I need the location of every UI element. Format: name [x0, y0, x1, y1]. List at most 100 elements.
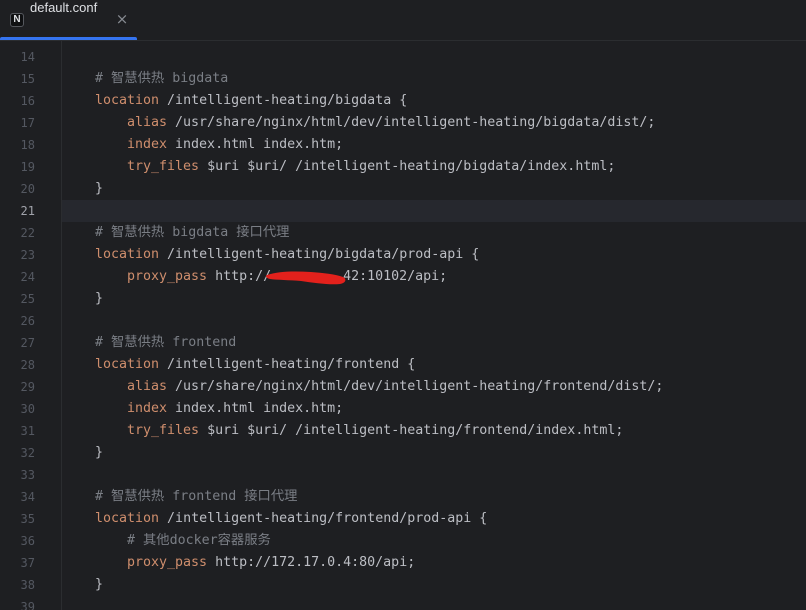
close-icon[interactable]: × [114, 11, 130, 27]
line-number: 20 [20, 182, 35, 196]
code-line[interactable]: 30 index index.html index.htm; [0, 398, 806, 420]
directive-value[interactable]: /intelligent-heating/bigdata/prod-api { [159, 247, 479, 262]
directive-keyword[interactable]: alias [127, 379, 167, 394]
directive-keyword[interactable]: try_files [127, 423, 199, 438]
code-line[interactable]: 17 alias /usr/share/nginx/html/dev/intel… [0, 112, 806, 134]
directive-keyword[interactable]: alias [127, 115, 167, 130]
directive-keyword[interactable]: try_files [127, 159, 199, 174]
code-text[interactable]: # 其他docker容器服务 [127, 530, 271, 552]
line-number: 24 [20, 270, 35, 284]
directive-keyword[interactable]: index [127, 401, 167, 416]
line-number: 38 [20, 578, 35, 592]
directive-keyword[interactable]: location [95, 247, 159, 262]
line-number: 39 [20, 600, 35, 610]
code-line[interactable]: 33 [0, 464, 806, 486]
line-number: 33 [20, 468, 35, 482]
code-line[interactable]: 39 [0, 596, 806, 610]
directive-keyword[interactable]: location [95, 357, 159, 372]
line-number: 22 [20, 226, 35, 240]
closing-brace[interactable]: } [95, 181, 103, 196]
code-text[interactable]: try_files $uri $uri/ /intelligent-heatin… [127, 156, 615, 178]
code-text[interactable]: proxy_pass http://172.17.0.4:80/api; [127, 552, 415, 574]
line-number: 36 [20, 534, 35, 548]
comment[interactable]: # 智慧供热 frontend [95, 335, 236, 350]
code-text[interactable]: # 智慧供热 bigdata 接口代理 [95, 222, 289, 244]
code-line[interactable]: 23 location /intelligent-heating/bigdata… [0, 244, 806, 266]
tab-title[interactable]: default.conf [30, 0, 97, 40]
code-line[interactable]: 28 location /intelligent-heating/fronten… [0, 354, 806, 376]
code-line[interactable]: 34 # 智慧供热 frontend 接口代理 [0, 486, 806, 508]
directive-value[interactable]: /usr/share/nginx/html/dev/intelligent-he… [167, 379, 663, 394]
line-number: 26 [20, 314, 35, 328]
code-text[interactable]: } [95, 442, 103, 464]
comment[interactable]: # 智慧供热 bigdata [95, 71, 228, 86]
code-line[interactable]: 24 proxy_pass http:// 42:10102/api; [0, 266, 806, 288]
code-text[interactable]: location /intelligent-heating/frontend { [95, 354, 415, 376]
code-line[interactable]: 32 } [0, 442, 806, 464]
comment[interactable]: # 智慧供热 bigdata 接口代理 [95, 225, 289, 240]
code-text[interactable]: location /intelligent-heating/bigdata { [95, 90, 407, 112]
comment[interactable]: # 其他docker容器服务 [127, 533, 271, 548]
code-text[interactable]: # 智慧供热 bigdata [95, 68, 228, 90]
closing-brace[interactable]: } [95, 291, 103, 306]
comment[interactable]: # 智慧供热 frontend 接口代理 [95, 489, 297, 504]
directive-value[interactable]: http:// [207, 269, 271, 284]
directive-value[interactable]: $uri $uri/ /intelligent-heating/bigdata/… [199, 159, 615, 174]
directive-value[interactable]: index.html index.htm; [167, 401, 343, 416]
directive-value-suffix[interactable]: 42:10102/api; [343, 269, 447, 284]
tab-default-conf[interactable]: N default.conf × [0, 0, 137, 40]
code-text[interactable]: # 智慧供热 frontend [95, 332, 236, 354]
code-text[interactable]: location /intelligent-heating/bigdata/pr… [95, 244, 479, 266]
code-line[interactable]: 38 } [0, 574, 806, 596]
code-line[interactable]: 35 location /intelligent-heating/fronten… [0, 508, 806, 530]
code-text[interactable]: } [95, 574, 103, 596]
code-text[interactable]: location /intelligent-heating/frontend/p… [95, 508, 487, 530]
directive-value[interactable]: $uri $uri/ /intelligent-heating/frontend… [199, 423, 623, 438]
code-editor[interactable]: 14 15 # 智慧供热 bigdata 16 location /intell… [0, 41, 806, 610]
code-text[interactable]: # 智慧供热 frontend 接口代理 [95, 486, 297, 508]
code-line[interactable]: 37 proxy_pass http://172.17.0.4:80/api; [0, 552, 806, 574]
code-line[interactable]: 25 } [0, 288, 806, 310]
code-text[interactable]: try_files $uri $uri/ /intelligent-heatin… [127, 420, 623, 442]
directive-value[interactable]: http://172.17.0.4:80/api; [207, 555, 415, 570]
code-line[interactable]: 27 # 智慧供热 frontend [0, 332, 806, 354]
line-number: 32 [20, 446, 35, 460]
nginx-file-icon: N [10, 13, 24, 27]
code-line[interactable]: 36 # 其他docker容器服务 [0, 530, 806, 552]
line-number: 21 [20, 204, 35, 218]
code-line[interactable]: 22 # 智慧供热 bigdata 接口代理 [0, 222, 806, 244]
directive-keyword[interactable]: proxy_pass [127, 555, 207, 570]
directive-keyword[interactable]: location [95, 511, 159, 526]
code-line[interactable]: 31 try_files $uri $uri/ /intelligent-hea… [0, 420, 806, 442]
line-number: 31 [20, 424, 35, 438]
directive-value[interactable]: index.html index.htm; [167, 137, 343, 152]
code-line[interactable]: 18 index index.html index.htm; [0, 134, 806, 156]
code-text[interactable]: index index.html index.htm; [127, 398, 343, 420]
directive-value[interactable]: /intelligent-heating/frontend/prod-api { [159, 511, 487, 526]
line-number: 18 [20, 138, 35, 152]
code-line-current[interactable]: 21 [0, 200, 806, 222]
directive-value[interactable]: /intelligent-heating/bigdata { [159, 93, 407, 108]
code-text[interactable]: index index.html index.htm; [127, 134, 343, 156]
code-line[interactable]: 16 location /intelligent-heating/bigdata… [0, 90, 806, 112]
closing-brace[interactable]: } [95, 445, 103, 460]
line-number: 30 [20, 402, 35, 416]
code-text[interactable]: } [95, 178, 103, 200]
code-line[interactable]: 15 # 智慧供热 bigdata [0, 68, 806, 90]
directive-keyword[interactable]: proxy_pass [127, 269, 207, 284]
code-line[interactable]: 26 [0, 310, 806, 332]
code-text[interactable]: alias /usr/share/nginx/html/dev/intellig… [127, 112, 655, 134]
code-text[interactable]: } [95, 288, 103, 310]
directive-value[interactable]: /intelligent-heating/frontend { [159, 357, 415, 372]
code-text[interactable]: alias /usr/share/nginx/html/dev/intellig… [127, 376, 663, 398]
code-line[interactable]: 14 [0, 46, 806, 68]
directive-keyword[interactable]: location [95, 93, 159, 108]
code-line[interactable]: 20 } [0, 178, 806, 200]
line-number: 25 [20, 292, 35, 306]
line-number: 37 [20, 556, 35, 570]
code-line[interactable]: 29 alias /usr/share/nginx/html/dev/intel… [0, 376, 806, 398]
directive-keyword[interactable]: index [127, 137, 167, 152]
directive-value[interactable]: /usr/share/nginx/html/dev/intelligent-he… [167, 115, 655, 130]
closing-brace[interactable]: } [95, 577, 103, 592]
code-line[interactable]: 19 try_files $uri $uri/ /intelligent-hea… [0, 156, 806, 178]
